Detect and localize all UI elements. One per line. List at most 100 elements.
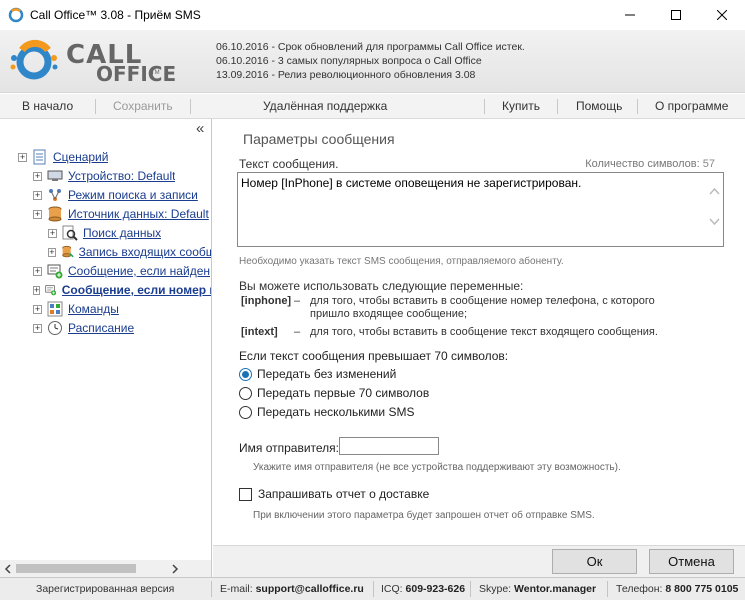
news-item[interactable]: 06.10.2016 - Срок обновлений для програм… [216, 40, 525, 54]
radio-label: Передать первые 70 символов [257, 386, 430, 400]
news-item[interactable]: 06.10.2016 - 3 самых популярных вопроса … [216, 54, 525, 68]
menu-separator [637, 99, 638, 114]
message-vertical-scrollbar[interactable] [706, 173, 723, 246]
email-value[interactable]: support@calloffice.ru [256, 583, 364, 595]
expand-icon[interactable]: + [48, 247, 56, 257]
dialog-button-bar: Ок Отмена [213, 545, 745, 577]
phone-value: 8 800 775 0105 [665, 583, 739, 595]
delivery-report-checkbox-row[interactable]: Запрашивать отчет о доставке [239, 486, 429, 502]
database-icon [48, 206, 62, 222]
tree-item-incoming-records[interactable]: + Запись входящих сообщений [48, 243, 211, 261]
scroll-up-icon[interactable] [706, 183, 723, 200]
tree-item-data-source[interactable]: + Источник данных: Default [33, 205, 211, 223]
device-icon [47, 170, 63, 181]
close-button[interactable] [699, 0, 745, 30]
delivery-report-label: Запрашивать отчет о доставке [258, 487, 430, 501]
tree-item-device[interactable]: + Устройство: Default [33, 167, 211, 185]
scroll-right-icon[interactable] [170, 564, 180, 574]
sender-name-input[interactable] [339, 437, 439, 455]
app-icon [8, 7, 24, 23]
variable-name: [inphone] [241, 295, 292, 307]
close-icon [717, 10, 727, 20]
email-label: E-mail: [220, 583, 253, 595]
tree-item-label: Сообщение, если номер не найден [61, 283, 211, 297]
message-textarea[interactable]: Номер [InPhone] в системе оповещения не … [237, 172, 724, 247]
expand-icon[interactable]: + [33, 285, 41, 295]
minimize-button[interactable] [607, 0, 653, 30]
radio-button[interactable] [239, 405, 252, 419]
menu-about[interactable]: О программе [655, 99, 728, 113]
tree-item-label: Запись входящих сообщений [78, 245, 212, 259]
radio-send-unchanged[interactable]: Передать без изменений [239, 366, 396, 382]
scrollbar-thumb[interactable] [16, 564, 136, 573]
news-item[interactable]: 13.09.2016 - Релиз революционного обновл… [216, 68, 525, 82]
ok-button[interactable]: Ок [552, 549, 637, 574]
char-count: Количество символов: 57 [585, 158, 715, 170]
menu-help[interactable]: Помощь [576, 99, 622, 113]
skype-label: Skype: [479, 583, 512, 595]
document-icon [33, 149, 46, 165]
radio-button[interactable] [239, 386, 252, 400]
menu-separator [557, 99, 558, 114]
message-hint: Необходимо указать текст SMS сообщения, … [239, 256, 564, 267]
expand-icon[interactable]: + [33, 323, 42, 333]
expand-icon[interactable]: + [48, 228, 57, 238]
radio-send-multiple[interactable]: Передать несколькими SMS [239, 404, 414, 420]
message-add-icon [45, 285, 57, 296]
menu-save[interactable]: Сохранить [113, 99, 173, 113]
status-separator [607, 581, 608, 597]
tree-item-data-search[interactable]: + Поиск данных [48, 224, 211, 242]
tree-item-schedule[interactable]: + Расписание [33, 319, 211, 337]
logo-text-office: OFFICE [96, 62, 177, 86]
call-office-logo: CALL OFFICE TM [8, 36, 176, 88]
scroll-down-icon[interactable] [706, 213, 723, 230]
delivery-hint: При включении этого параметра будет запр… [253, 510, 595, 521]
delivery-report-checkbox[interactable] [239, 487, 252, 501]
radio-button[interactable] [239, 367, 252, 381]
status-separator [211, 581, 212, 597]
tree-horizontal-scrollbar[interactable] [0, 560, 211, 577]
radio-send-first-70[interactable]: Передать первые 70 символов [239, 385, 429, 401]
expand-icon[interactable]: + [33, 266, 42, 276]
cancel-button[interactable]: Отмена [649, 549, 734, 574]
maximize-button[interactable] [653, 0, 699, 30]
tree-item-scenario[interactable]: + Сценарий [18, 148, 108, 166]
tree-item-label: Устройство: Default [68, 169, 176, 183]
status-separator [373, 581, 374, 597]
collapse-panel-button[interactable]: « [196, 120, 204, 137]
flow-icon [49, 189, 61, 201]
menu-remote-support[interactable]: Удалённая поддержка [263, 99, 387, 113]
maximize-icon [671, 10, 681, 20]
variable-description: для того, чтобы вставить в сообщение тек… [310, 326, 658, 338]
registered-version: Зарегистрированная версия [36, 583, 175, 595]
tree-item-commands[interactable]: + Команды [33, 300, 211, 318]
variable-dash: – [294, 295, 301, 307]
tree-item-message-not-found[interactable]: + Сообщение, если номер не найден [33, 281, 211, 299]
menu-buy[interactable]: Купить [502, 99, 540, 113]
magnifier-icon [62, 225, 78, 241]
expand-icon[interactable]: + [18, 152, 27, 162]
phone-label: Телефон: [616, 583, 663, 595]
tree-item-label: Поиск данных [83, 226, 162, 240]
expand-icon[interactable]: + [33, 171, 42, 181]
expand-icon[interactable]: + [33, 209, 42, 219]
scroll-left-icon[interactable] [3, 564, 13, 574]
tree-item-search-mode[interactable]: + Режим поиска и записи [33, 186, 211, 204]
char-count-label: Количество символов: [585, 158, 700, 170]
tree-item-message-found[interactable]: + Сообщение, если найден [33, 262, 211, 280]
tree-item-label: Расписание [68, 321, 135, 335]
expand-icon[interactable]: + [33, 304, 42, 314]
menu-bar: В начало Сохранить Удалённая поддержка К… [0, 94, 745, 119]
radio-label: Передать без изменений [257, 367, 397, 381]
icq-value: 609-923-626 [405, 583, 466, 595]
menu-home[interactable]: В начало [22, 99, 73, 113]
status-icq: ICQ: 609-923-626 [381, 583, 465, 595]
status-phone: Телефон: 8 800 775 0105 [616, 583, 738, 595]
overflow-label: Если текст сообщения превышает 70 символ… [239, 349, 509, 363]
commands-icon [47, 301, 63, 317]
sender-name-label: Имя отправителя: [239, 441, 340, 455]
tree-item-label: Режим поиска и записи [68, 188, 198, 202]
variables-intro: Вы можете использовать следующие перемен… [239, 279, 524, 293]
expand-icon[interactable]: + [33, 190, 42, 200]
header-banner: CALL OFFICE TM 06.10.2016 - Срок обновле… [0, 30, 745, 93]
